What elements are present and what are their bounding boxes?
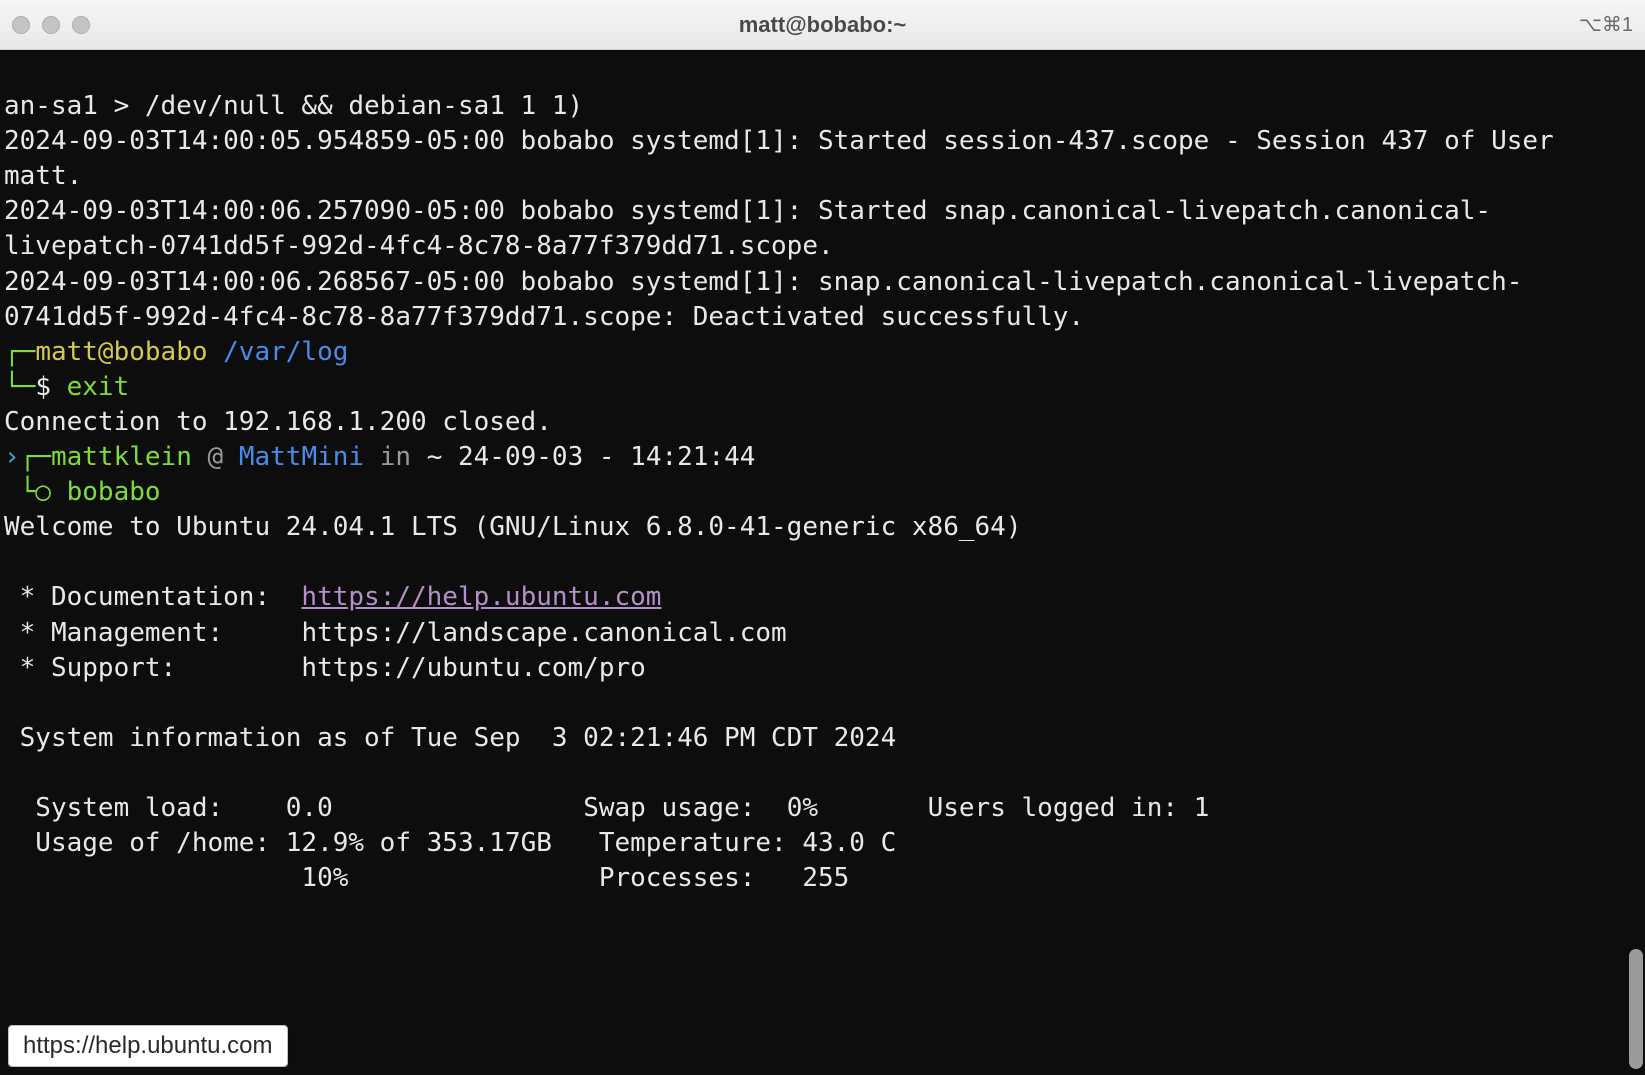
motd-doc-link[interactable]: https://help.ubuntu.com — [301, 582, 661, 612]
sysinfo-proc-value: 255 — [802, 863, 849, 893]
sysinfo-temp-label: Temperature: — [599, 828, 787, 858]
prompt-arrow-icon: › — [4, 442, 20, 472]
log-line: 2024-09-03T14:00:06.268567-05:00 bobabo … — [4, 267, 1522, 332]
sysinfo-users-label: Users logged in: — [928, 793, 1178, 823]
sysinfo-temp-value: 43.0 C — [802, 828, 896, 858]
shortcut-indicator: ⌥⌘1 — [1579, 12, 1633, 37]
prompt-command: exit — [67, 372, 130, 402]
close-window-button[interactable] — [12, 16, 30, 34]
sysinfo-proc-label: Processes: — [599, 863, 756, 893]
motd-support-url: https://ubuntu.com/pro — [301, 653, 645, 683]
motd-mgmt-url: https://landscape.canonical.com — [301, 618, 786, 648]
prompt-tilde: ~ — [427, 442, 443, 472]
traffic-lights — [12, 16, 90, 34]
prompt-user-host: matt@bobabo — [35, 337, 207, 367]
sysinfo-users-value: 1 — [1194, 793, 1210, 823]
terminal-content[interactable]: an-sa1 > /dev/null && debian-sa1 1 1) 20… — [0, 50, 1645, 1075]
prompt-in: in — [380, 442, 411, 472]
motd-doc-label: * Documentation: — [4, 582, 270, 612]
sysinfo-system-load-value: 0.0 — [286, 793, 333, 823]
sysinfo-swap-value: 0% — [787, 793, 818, 823]
status-tooltip: https://help.ubuntu.com — [8, 1025, 288, 1067]
prompt-host: MattMini — [239, 442, 364, 472]
log-line: 2024-09-03T14:00:06.257090-05:00 bobabo … — [4, 196, 1491, 261]
prompt-path: /var/log — [223, 337, 348, 367]
motd-welcome: Welcome to Ubuntu 24.04.1 LTS (GNU/Linux… — [4, 512, 1021, 542]
motd-support-label: * Support: — [4, 653, 176, 683]
prompt-corner: ┌─ — [20, 442, 51, 472]
prompt-command: bobabo — [67, 477, 161, 507]
prompt-timestamp: 24-09-03 - 14:21:44 — [458, 442, 755, 472]
sysinfo-usage-value: 12.9% of 353.17GB — [286, 828, 552, 858]
window-title: matt@bobabo:~ — [739, 12, 907, 38]
minimize-window-button[interactable] — [42, 16, 60, 34]
sysinfo-usage-label: Usage of /home: — [4, 828, 270, 858]
scrollbar-thumb[interactable] — [1629, 949, 1643, 1069]
log-line: an-sa1 > /dev/null && debian-sa1 1 1) — [4, 91, 583, 121]
prompt-corner: └─ — [4, 372, 35, 402]
motd-sysinfo-header: System information as of Tue Sep 3 02:21… — [4, 723, 896, 753]
prompt-corner: ┌─ — [4, 337, 35, 367]
sysinfo-swap-label: Swap usage: — [583, 793, 755, 823]
prompt-at: @ — [208, 442, 224, 472]
prompt-user: mattklein — [51, 442, 192, 472]
scrollbar-track[interactable] — [1627, 50, 1643, 1075]
prompt-corner: └○ — [20, 477, 51, 507]
prompt-dollar: $ — [35, 372, 51, 402]
titlebar: matt@bobabo:~ ⌥⌘1 — [0, 0, 1645, 50]
motd-mgmt-label: * Management: — [4, 618, 223, 648]
connection-closed-line: Connection to 192.168.1.200 closed. — [4, 407, 552, 437]
sysinfo-memory-value: 10% — [301, 863, 348, 893]
maximize-window-button[interactable] — [72, 16, 90, 34]
sysinfo-system-load-label: System load: — [4, 793, 223, 823]
log-line: 2024-09-03T14:00:05.954859-05:00 bobabo … — [4, 126, 1569, 191]
